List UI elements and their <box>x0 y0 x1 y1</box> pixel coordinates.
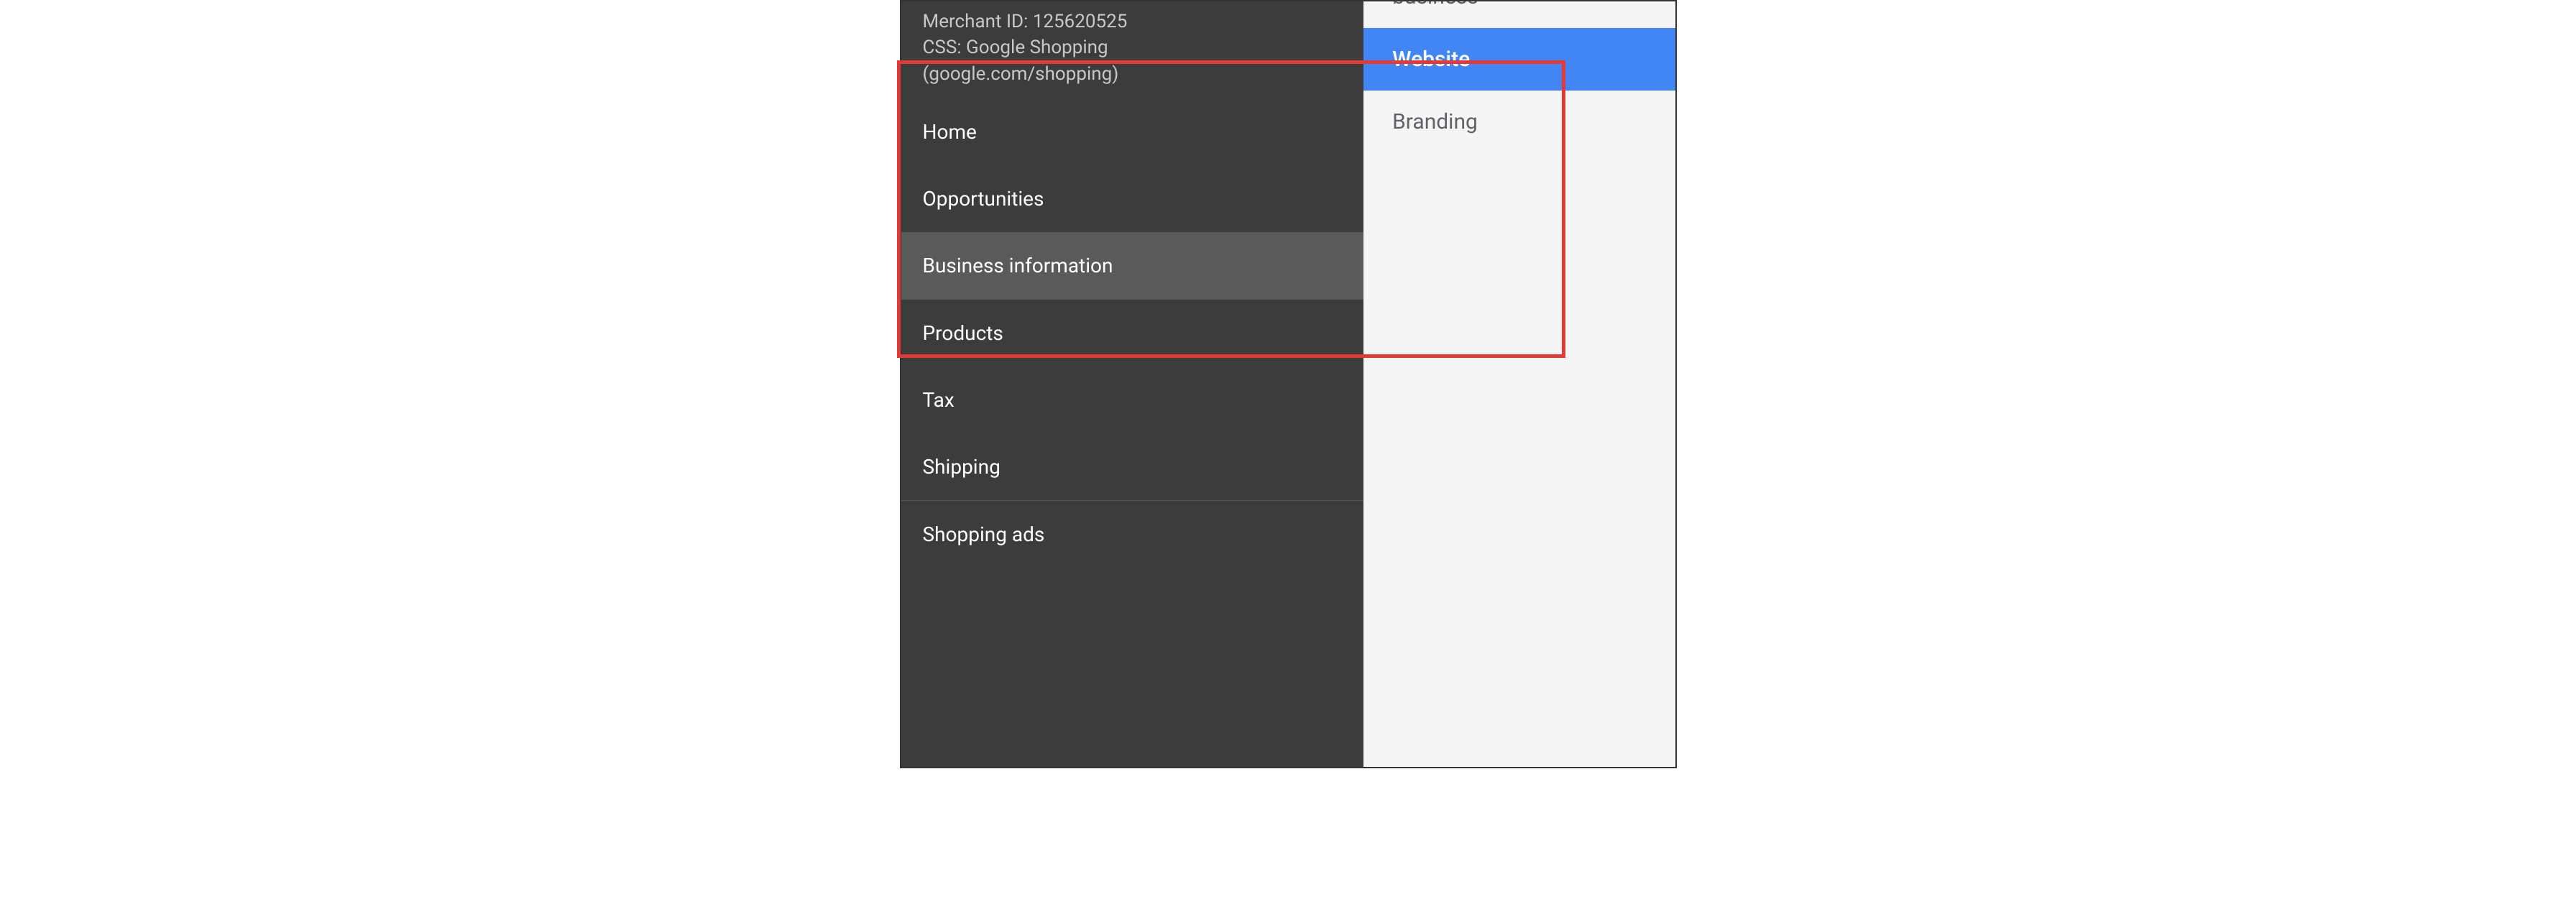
submenu-item-label: Branding <box>1392 109 1478 134</box>
nav-item-label: Shopping ads <box>923 522 1045 546</box>
nav-item-shopping-ads[interactable]: Shopping ads <box>901 501 1364 568</box>
merchant-center-panel: Merchant ID: 125620525 CSS: Google Shopp… <box>900 0 1677 768</box>
merchant-id-label: Merchant ID: 125620525 <box>923 9 1343 34</box>
sidebar: Merchant ID: 125620525 CSS: Google Shopp… <box>901 1 1364 767</box>
submenu-item-label: business <box>1392 0 1478 9</box>
nav-item-shipping[interactable]: Shipping <box>901 433 1364 500</box>
nav-item-home[interactable]: Home <box>901 98 1364 165</box>
nav-item-business-information[interactable]: Business information <box>901 232 1364 299</box>
css-url: (google.com/shopping) <box>923 61 1343 87</box>
nav-item-opportunities[interactable]: Opportunities <box>901 165 1364 232</box>
css-label: CSS: Google Shopping <box>923 34 1343 60</box>
nav-item-label: Shipping <box>923 455 1000 479</box>
nav-item-label: Products <box>923 321 1003 345</box>
submenu-item-branding[interactable]: Branding <box>1363 91 1675 153</box>
sidebar-header: Merchant ID: 125620525 CSS: Google Shopp… <box>901 1 1364 98</box>
nav-item-products[interactable]: Products <box>901 300 1364 367</box>
submenu-item-website[interactable]: Website <box>1363 28 1675 91</box>
nav-group-2: Products Tax Shipping <box>901 300 1364 501</box>
nav-item-label: Opportunities <box>923 187 1044 211</box>
nav-item-label: Tax <box>923 388 954 412</box>
nav-group-3: Shopping ads <box>901 501 1364 568</box>
submenu-item-label: Website <box>1392 47 1470 72</box>
nav-item-label: Home <box>923 120 977 144</box>
nav-item-tax[interactable]: Tax <box>901 367 1364 433</box>
submenu-panel: business Website Branding <box>1363 1 1675 767</box>
nav-item-label: Business information <box>923 254 1113 277</box>
submenu-item-about-your-business[interactable]: business <box>1363 0 1675 28</box>
nav-group-1: Home Opportunities Business information <box>901 98 1364 300</box>
